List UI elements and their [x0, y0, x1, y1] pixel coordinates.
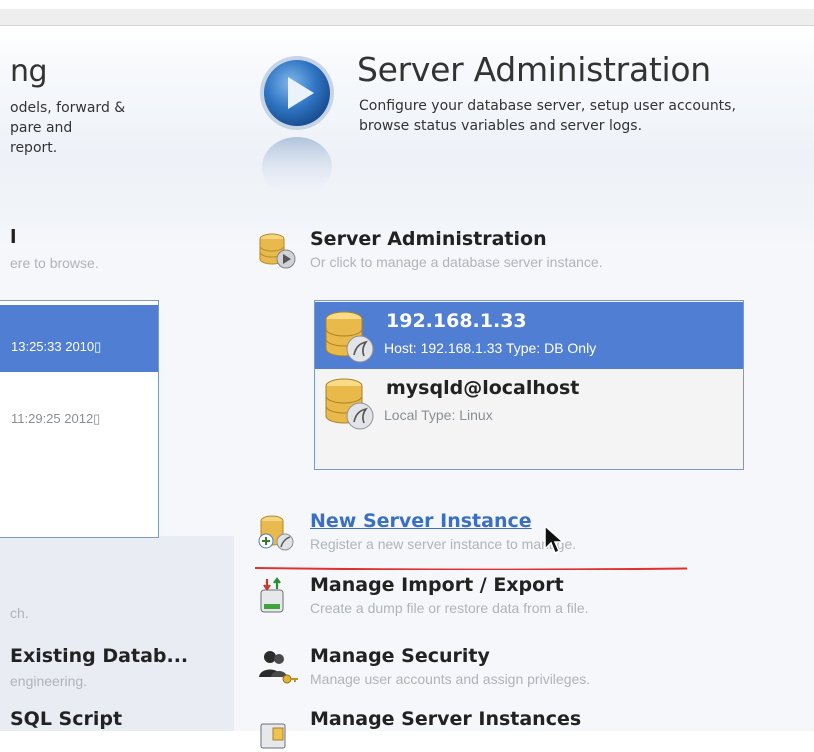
new-server-instance-link[interactable]: New Server Instance	[310, 510, 532, 532]
mysql-instance-icon	[325, 378, 374, 430]
server-instance-list[interactable]: 192.168.1.33 Host: 192.168.1.33 Type: DB…	[314, 300, 744, 470]
mysql-instance-icon	[325, 311, 374, 363]
instance-name: mysqld@localhost	[386, 377, 580, 399]
server-instances-icon	[260, 723, 286, 749]
model-list-item[interactable]: 11:29:25 2012▯	[11, 411, 100, 427]
new-instance-icon	[258, 515, 294, 551]
manage-security-title: Manage Security	[310, 645, 490, 667]
model-list-item-selected[interactable]: 13:25:33 2010▯	[0, 305, 158, 372]
model-list[interactable]: 13:25:33 2010▯ 11:29:25 2012▯	[0, 300, 159, 538]
mouse-cursor-icon	[544, 525, 565, 555]
modeling-desc-line-3: report.	[10, 140, 58, 156]
left-lower-section	[0, 536, 234, 731]
instance-details: Local Type: Linux	[384, 407, 493, 423]
server-admin-entry[interactable]: Server Administration Or click to manage…	[257, 228, 777, 272]
manage-import-export-title: Manage Import / Export	[310, 574, 564, 596]
toolbar-strip	[0, 9, 814, 26]
sql-script-title[interactable]: SQL Script	[10, 708, 122, 730]
manage-import-export-entry[interactable]: Manage Import / Export Create a dump fil…	[257, 574, 777, 618]
reverse-engineer-title[interactable]: Existing Datab...	[10, 645, 188, 667]
server-instance-item-selected[interactable]: 192.168.1.33 Host: 192.168.1.33 Type: DB…	[315, 302, 743, 369]
search-hint: ch.	[10, 605, 29, 621]
new-server-instance-entry[interactable]: New Server Instance Register a new serve…	[257, 510, 777, 554]
manage-security-entry[interactable]: Manage Security Manage user accounts and…	[257, 645, 777, 689]
manage-server-instances-entry[interactable]: Manage Server Instances	[257, 708, 777, 752]
modeling-desc-line-2: pare and	[10, 120, 73, 136]
play-icon	[260, 56, 334, 195]
server-admin-entry-subtitle: Or click to manage a database server ins…	[310, 254, 603, 270]
modeling-title: ng	[10, 54, 48, 89]
annotation-underline	[255, 567, 687, 570]
instance-name: 192.168.1.33	[386, 310, 527, 332]
models-subtitle: ere to browse.	[10, 255, 99, 271]
model-item-date: 13:25:33 2010▯	[11, 339, 102, 354]
import-export-icon	[260, 577, 284, 613]
server-instance-item[interactable]: mysqld@localhost Local Type: Linux	[315, 369, 743, 436]
manage-import-export-subtitle: Create a dump file or restore data from …	[310, 600, 589, 616]
manage-security-subtitle: Manage user accounts and assign privileg…	[310, 671, 591, 687]
server-admin-title: Server Administration	[357, 50, 711, 89]
security-icon	[259, 651, 298, 684]
manage-server-instances-title: Manage Server Instances	[310, 708, 582, 730]
server-admin-description: Configure your database server, setup us…	[359, 98, 736, 134]
new-server-instance-subtitle: Register a new server instance to manage…	[310, 536, 577, 552]
server-admin-entry-title: Server Administration	[310, 228, 547, 250]
instance-details: Host: 192.168.1.33 Type: DB Only	[384, 340, 597, 356]
database-play-icon	[259, 233, 296, 269]
top-toolbar	[0, 0, 814, 26]
models-heading[interactable]: l	[10, 226, 17, 248]
modeling-desc-line-1: odels, forward &	[10, 100, 126, 116]
reverse-engineer-subtitle: engineering.	[10, 673, 88, 689]
